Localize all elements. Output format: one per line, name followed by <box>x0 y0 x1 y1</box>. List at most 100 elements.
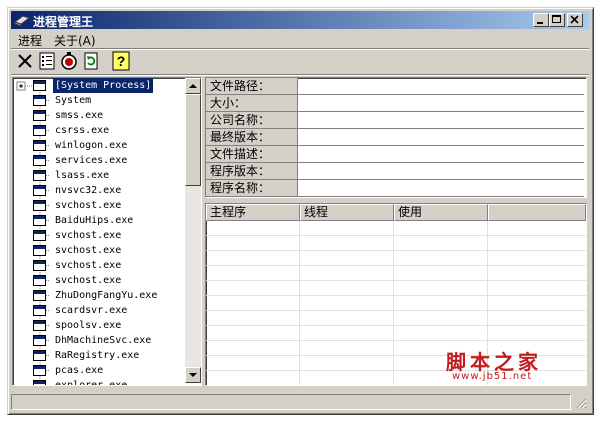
process-window-icon <box>33 80 46 91</box>
process-window-icon <box>33 320 46 331</box>
window-title: 进程管理王 <box>33 15 94 29</box>
status-text <box>11 394 571 410</box>
column-usage[interactable]: 使用 <box>394 204 488 221</box>
tree-item[interactable]: BaiduHips.exe <box>13 213 183 228</box>
tree-scrollbar[interactable] <box>185 78 201 383</box>
tree-item[interactable]: ZhuDongFangYu.exe <box>13 288 183 303</box>
close-button[interactable] <box>567 13 583 27</box>
tree-item[interactable]: pcas.exe <box>13 363 183 378</box>
tree-item-label: csrss.exe <box>55 125 110 136</box>
tree-item-label: explorer.exe <box>55 380 128 386</box>
tree-item[interactable]: RaRegistry.exe <box>13 348 183 363</box>
process-window-icon <box>33 215 46 226</box>
menu-separator <box>11 48 589 50</box>
tree-item[interactable]: scardsvr.exe <box>13 303 183 318</box>
process-window-icon <box>33 170 46 181</box>
watermark-url: www.jb51.net <box>452 371 533 382</box>
toolbar: ? <box>13 51 589 73</box>
arrow-down-icon <box>189 373 197 377</box>
title-bar[interactable]: 进程管理王 <box>11 11 589 29</box>
process-window-icon <box>33 125 46 136</box>
process-window-icon <box>33 365 46 376</box>
column-blank[interactable] <box>488 204 586 221</box>
tree-item[interactable]: explorer.exe <box>13 378 183 386</box>
process-window-icon <box>33 380 46 385</box>
tree-item[interactable]: services.exe <box>13 153 183 168</box>
toolbar-separator <box>11 74 589 76</box>
info-label: 文件路径： <box>206 78 298 94</box>
info-row: 程序版本： <box>206 163 584 180</box>
info-label: 文件描述： <box>206 146 298 162</box>
tree-item-label: svchost.exe <box>55 260 122 271</box>
process-tree[interactable]: [System Process] System smss.exe csrss.exe w… <box>12 77 202 386</box>
info-label: 最终版本： <box>206 129 298 145</box>
tree-item[interactable]: smss.exe <box>13 108 183 123</box>
process-window-icon <box>33 275 46 286</box>
resize-grip-icon[interactable] <box>575 397 587 409</box>
status-bar <box>11 393 589 411</box>
menu-process[interactable]: 进程 <box>18 32 42 49</box>
process-window-icon <box>33 305 46 316</box>
tree-item[interactable]: winlogon.exe <box>13 138 183 153</box>
refresh-button[interactable] <box>81 51 101 71</box>
process-window-icon <box>33 290 46 301</box>
tree-item[interactable]: svchost.exe <box>13 243 183 258</box>
minimize-icon <box>537 22 543 24</box>
tree-item[interactable]: System <box>13 93 183 108</box>
info-label: 程序版本： <box>206 163 298 179</box>
info-row: 程序名称： <box>206 180 584 197</box>
kill-process-button[interactable] <box>15 51 35 71</box>
tree-item[interactable]: spoolsv.exe <box>13 318 183 333</box>
tree-item-label: svchost.exe <box>55 275 122 286</box>
tree-item[interactable]: svchost.exe <box>13 273 183 288</box>
main-window: 进程管理王 进程 关于(A) ? [System Process] System… <box>7 7 594 415</box>
menu-about[interactable]: 关于(A) <box>54 32 96 49</box>
process-window-icon <box>33 230 46 241</box>
tree-item-label: scardsvr.exe <box>55 305 128 316</box>
tree-item-label: System <box>55 95 92 106</box>
kill-icon <box>18 54 32 68</box>
tree-item[interactable]: [System Process] <box>13 78 183 94</box>
scroll-up-button[interactable] <box>185 78 201 94</box>
process-window-icon <box>33 110 46 121</box>
close-icon <box>570 15 579 24</box>
tree-item-label: RaRegistry.exe <box>55 350 140 361</box>
tree-item[interactable]: svchost.exe <box>13 198 183 213</box>
tree-item[interactable]: nvsvc32.exe <box>13 183 183 198</box>
tree-item-label: pcas.exe <box>55 365 104 376</box>
info-row: 最终版本： <box>206 129 584 146</box>
tree-item-label: spoolsv.exe <box>55 320 122 331</box>
tree-item[interactable]: DhMachineSvc.exe <box>13 333 183 348</box>
svg-text:?: ? <box>117 53 126 69</box>
process-window-icon <box>33 155 46 166</box>
info-row: 文件路径： <box>206 78 584 95</box>
scroll-down-button[interactable] <box>185 367 201 383</box>
tree-item-label: svchost.exe <box>55 230 122 241</box>
tree-item[interactable]: svchost.exe <box>13 228 183 243</box>
info-row: 公司名称： <box>206 112 584 129</box>
info-label: 程序名称： <box>206 180 298 196</box>
scroll-thumb[interactable] <box>185 94 201 186</box>
process-window-icon <box>33 260 46 271</box>
maximize-button[interactable] <box>549 13 565 27</box>
tree-item-label: svchost.exe <box>55 200 122 211</box>
tree-item[interactable]: lsass.exe <box>13 168 183 183</box>
column-threads[interactable]: 线程 <box>300 204 394 221</box>
refresh-icon <box>84 52 98 70</box>
priority-button[interactable] <box>59 51 79 71</box>
help-icon: ? <box>112 51 130 71</box>
help-button[interactable]: ? <box>111 51 131 71</box>
maximize-icon <box>552 15 561 23</box>
tree-item[interactable]: svchost.exe <box>13 258 183 273</box>
menu-bar: 进程 关于(A) <box>11 30 589 48</box>
process-window-icon <box>33 95 46 106</box>
process-window-icon <box>33 140 46 151</box>
module-list[interactable]: 主程序 线程 使用 脚本之家 www.jb51.net <box>205 203 587 386</box>
details-button[interactable] <box>37 51 57 71</box>
tree-item-label: svchost.exe <box>55 245 122 256</box>
column-main-program[interactable]: 主程序 <box>206 204 300 221</box>
tree-item[interactable]: csrss.exe <box>13 123 183 138</box>
minimize-button[interactable] <box>533 13 549 27</box>
tree-item-label: services.exe <box>55 155 128 166</box>
tree-item-label: BaiduHips.exe <box>55 215 134 226</box>
